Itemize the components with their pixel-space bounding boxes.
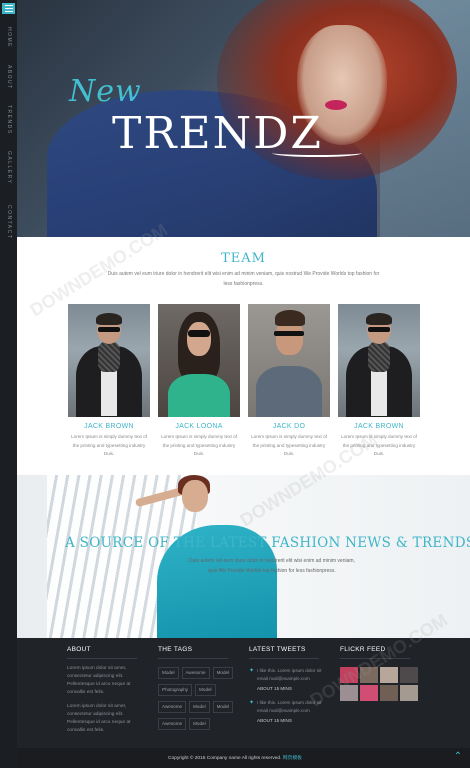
flickr-thumbnail[interactable] <box>340 667 358 683</box>
team-member-description: Lorem Ipsum is simply dummy text of the … <box>161 434 237 456</box>
figure-hair <box>96 313 122 325</box>
news-description: Duis autem vel eum iriure dolor in hendr… <box>189 558 355 574</box>
hero-title-main: TRENDZ <box>112 108 362 159</box>
tag-link[interactable]: Model <box>189 701 210 713</box>
copyright-text: Copyright © 2015 Company name All rights… <box>0 754 470 761</box>
footer-flickr-heading: FLICKR FEED <box>340 646 410 659</box>
team-member-card: JACK DO Lorem Ipsum is simply dummy text… <box>248 304 330 459</box>
tag-link[interactable]: Model <box>195 684 216 696</box>
figure-hair <box>366 313 392 325</box>
flickr-thumbnail[interactable] <box>400 685 418 701</box>
figure-scarf <box>98 342 120 372</box>
flickr-thumbnail[interactable] <box>360 667 378 683</box>
footer-about-text: Lorem ipsum dolor sit amet, consectetur … <box>67 666 131 695</box>
flickr-thumbnail[interactable] <box>380 685 398 701</box>
figure-scarf <box>368 342 390 372</box>
team-member-name[interactable]: JACK DO <box>248 423 330 430</box>
figure-jacket <box>256 366 322 417</box>
team-heading: TEAM <box>221 251 266 266</box>
tag-link[interactable]: Model <box>189 718 210 730</box>
copyright-label: Copyright © 2015 Company name All rights… <box>168 756 282 761</box>
team-description: Duis autem vel eum iriure dolor in hendr… <box>107 271 380 287</box>
footer-about-text: Lorem ipsum dolor sit amet, consectetur … <box>67 704 131 733</box>
footer-tweets-heading: LATEST TWEETS <box>249 646 319 659</box>
twitter-icon: ✦ <box>249 700 255 706</box>
footer-tags: THE TAGS Model Awesome Model Photography… <box>158 646 238 730</box>
menu-toggle-button[interactable] <box>2 3 15 14</box>
flickr-thumbnail[interactable] <box>400 667 418 683</box>
team-section: TEAM Duis autem vel eum iriure dolor in … <box>17 237 470 475</box>
flickr-gallery <box>340 667 420 701</box>
flickr-thumbnail[interactable] <box>360 685 378 701</box>
nav-item-trends[interactable]: TRENDS <box>0 100 17 140</box>
hamburger-icon-line <box>4 8 13 9</box>
news-model-head <box>182 480 208 512</box>
copyright-link[interactable]: 网页模板 <box>283 756 302 761</box>
tweet-time: ABOUT 15 MINS <box>257 686 292 691</box>
tag-link[interactable]: Awesome <box>181 667 210 679</box>
hamburger-icon <box>4 5 13 6</box>
footer-tags-heading: THE TAGS <box>158 646 228 659</box>
hero-title-small: New <box>69 74 142 109</box>
nav-item-gallery[interactable]: GALLERY <box>0 146 17 190</box>
hero-banner: New TRENDZ <box>17 0 470 237</box>
tweet-item: ✦ I like this. Lorem ipsum dolor sit ema… <box>249 699 331 723</box>
team-member-description: Lorem Ipsum is simply dummy text of the … <box>341 434 417 456</box>
tag-link[interactable]: Photography <box>158 684 193 696</box>
tweet-text[interactable]: I like this. Lorem ipsum dolor sit email… <box>257 667 331 682</box>
fashion-news-section: A SOURCE OF THE LATEST FASHION NEWS & TR… <box>17 475 470 638</box>
tag-link[interactable]: Model <box>212 701 234 713</box>
hero-model-lips <box>325 100 347 110</box>
hamburger-icon-line <box>4 11 13 12</box>
tag-link[interactable]: Model <box>212 667 234 679</box>
tweet-time: ABOUT 15 MINS <box>257 718 292 723</box>
back-to-top-icon[interactable]: ⌃ <box>452 752 464 762</box>
team-member-name[interactable]: JACK BROWN <box>338 423 420 430</box>
flickr-thumbnail[interactable] <box>380 667 398 683</box>
footer: ABOUT Lorem ipsum dolor sit amet, consec… <box>17 638 470 748</box>
tag-link[interactable]: Model <box>158 667 179 679</box>
figure-sunglasses <box>368 327 390 332</box>
team-member-card: JACK BROWN Lorem Ipsum is simply dummy t… <box>338 304 420 459</box>
team-member-photo[interactable] <box>68 304 150 417</box>
figure-hair <box>275 310 305 326</box>
page: { "nav": { "items": ["HOME", "ABOUT", "T… <box>0 0 470 768</box>
team-member-name[interactable]: JACK LOONA <box>158 423 240 430</box>
side-navigation: HOME ABOUT TRENDS GALLERY CONTACT <box>0 0 17 768</box>
news-heading: A SOURCE OF THE LATEST FASHION NEWS & TR… <box>65 535 470 551</box>
tweet-item: ✦ I like this. Lorem ipsum dolor sit ema… <box>249 667 331 691</box>
nav-item-contact[interactable]: CONTACT <box>0 200 17 244</box>
figure-sunglasses <box>274 331 304 336</box>
tag-link[interactable]: Awesome <box>158 701 187 713</box>
footer-about: ABOUT Lorem ipsum dolor sit amet, consec… <box>67 646 139 735</box>
team-member-photo[interactable] <box>248 304 330 417</box>
team-member-description: Lorem Ipsum is simply dummy text of the … <box>71 434 147 456</box>
nav-item-about[interactable]: ABOUT <box>0 60 17 94</box>
tag-cloud: Model Awesome Model Photography Model Aw… <box>158 667 238 730</box>
team-member-photo[interactable] <box>158 304 240 417</box>
team-member-name[interactable]: JACK BROWN <box>68 423 150 430</box>
team-member-photo[interactable] <box>338 304 420 417</box>
tweet-text[interactable]: I like this. Lorem ipsum dolor sit email… <box>257 699 331 714</box>
figure-sunglasses <box>98 327 120 332</box>
team-member-card: JACK LOONA Lorem Ipsum is simply dummy t… <box>158 304 240 459</box>
flickr-thumbnail[interactable] <box>340 685 358 701</box>
footer-flickr: FLICKR FEED <box>340 646 420 701</box>
figure-face <box>187 322 211 356</box>
figure-sunglasses <box>188 330 210 337</box>
figure-top <box>168 374 230 417</box>
team-member-description: Lorem Ipsum is simply dummy text of the … <box>251 434 327 456</box>
twitter-icon: ✦ <box>249 668 255 674</box>
nav-item-home[interactable]: HOME <box>0 22 17 52</box>
footer-tweets: LATEST TWEETS ✦ I like this. Lorem ipsum… <box>249 646 331 723</box>
tag-link[interactable]: Awesome <box>158 718 187 730</box>
footer-about-heading: ABOUT <box>67 646 137 659</box>
team-member-card: JACK BROWN Lorem Ipsum is simply dummy t… <box>68 304 150 459</box>
